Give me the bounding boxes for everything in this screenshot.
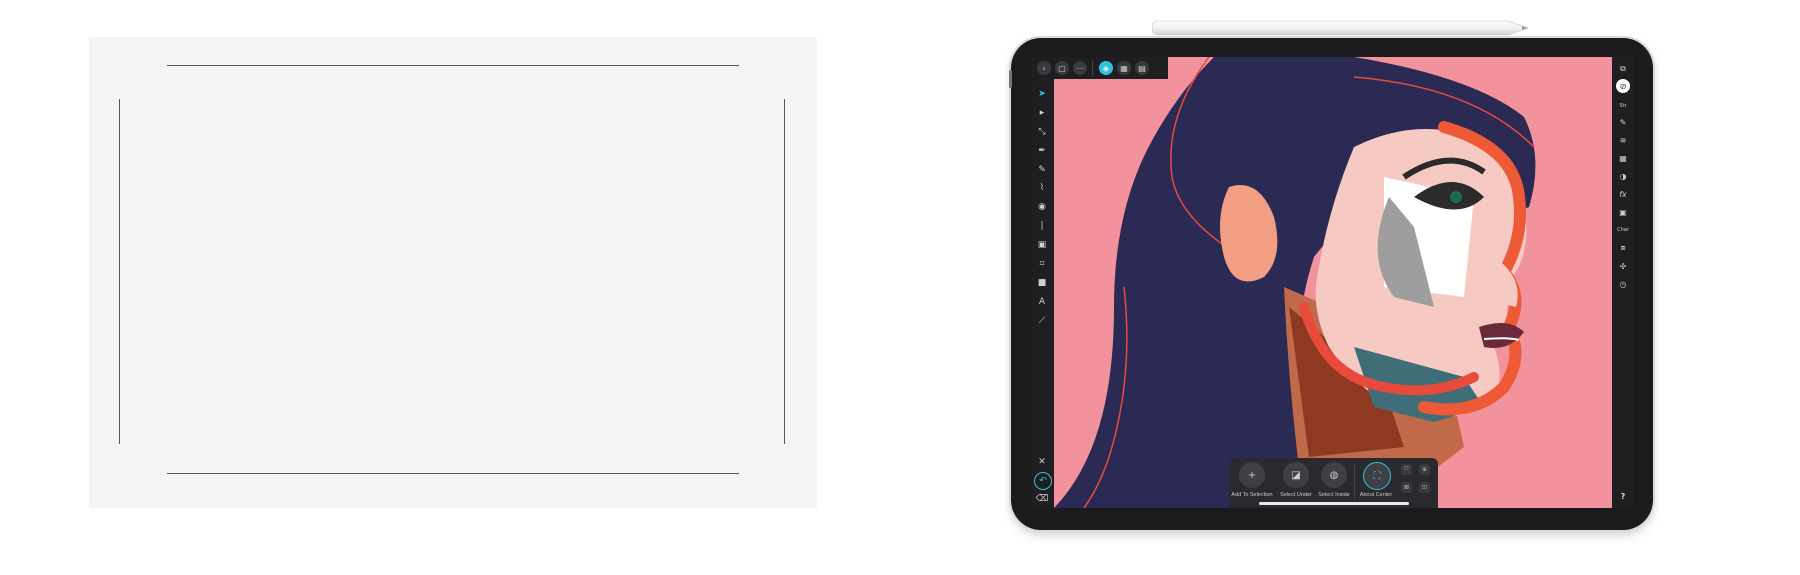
rectangle-tool-icon[interactable]: ■ [1035,276,1049,290]
add-to-selection-button[interactable]: + [1239,462,1265,488]
point-transform-icon[interactable]: ⤡ [1035,125,1049,139]
trash-icon[interactable]: ⌫ [1035,492,1049,506]
artwork-canvas[interactable] [1054,57,1612,508]
persona-export-icon[interactable]: ▤ [1135,61,1149,75]
help-button[interactable]: ? [1616,489,1630,503]
right-studio: ⧉ ⊘ Str ✎ ≋ ▦ ◑ fx ▣ Char ⧈ ✣ ◷ ? [1612,57,1634,508]
apple-pencil [1152,20,1528,36]
app-screen: ‹ ▢ ⋯ ◈ ▦ ▤ ➤ ▸ ⤡ ✒ ✎ ⌇ ◉ ❘ ▣ ⌗ ■ A ⟋ ✕ … [1031,57,1634,508]
place-image-icon[interactable]: ▣ [1035,238,1049,252]
swatches-icon[interactable]: ▦ [1616,151,1630,165]
about-center-label: About Center [1359,492,1393,498]
persona-designer-icon[interactable]: ◈ [1099,61,1113,75]
stroke-icon[interactable]: Str [1616,99,1630,113]
pen-tool-icon[interactable]: ✒ [1035,144,1049,158]
move-tool-icon[interactable]: ➤ [1035,87,1049,101]
snap-option-icon[interactable]: ⤧ [1401,464,1412,475]
guide-line-left [119,99,120,444]
rotate-option-icon[interactable]: ⊕ [1419,464,1430,475]
transform-icon[interactable]: ⧈ [1616,241,1630,255]
add-to-selection-label: Add To Selection [1231,492,1273,498]
crop-tool-icon[interactable]: ⌗ [1035,257,1049,271]
placeholder-panel [89,37,817,508]
vector-brush-icon[interactable]: ⌇ [1035,181,1049,195]
undo-history-icon[interactable]: ↶ [1034,472,1052,490]
guide-line-top [167,65,739,66]
styles-icon[interactable]: ▣ [1616,205,1630,219]
effects-icon[interactable]: fx [1616,187,1630,201]
transparency-tool-icon[interactable]: ❘ [1035,219,1049,233]
document-icon[interactable]: ▢ [1055,61,1069,75]
eye-iris [1450,191,1462,203]
more-icon[interactable]: ⋯ [1073,61,1087,75]
brushes-icon[interactable]: ✎ [1616,115,1630,129]
toolbar-divider [1092,61,1093,75]
select-under-button[interactable]: ◪ [1283,462,1309,488]
node-tool-icon[interactable]: ▸ [1035,106,1049,120]
appearance-icon[interactable]: ◑ [1616,169,1630,183]
snapping-icon[interactable]: ✣ [1616,259,1630,273]
layers-icon[interactable]: ≋ [1616,133,1630,147]
navigator-icon[interactable]: ⧉ [1616,62,1630,76]
context-toolbar: + Add To Selection ◪ Select Under ◍ Sele… [1229,458,1438,508]
fill-tool-icon[interactable]: ◉ [1035,200,1049,214]
select-inside-button[interactable]: ◍ [1321,462,1347,488]
close-icon[interactable]: ✕ [1035,455,1049,469]
color-picker-icon[interactable]: ⟋ [1035,314,1049,328]
device-side-button [1009,70,1012,88]
align-option-icon[interactable]: ⊠ [1401,482,1412,493]
distribute-option-icon[interactable]: ⊡ [1419,482,1430,493]
home-indicator [1259,502,1409,505]
history-icon[interactable]: ◷ [1616,277,1630,291]
guide-line-right [784,99,785,444]
color-icon[interactable]: ⊘ [1616,79,1630,93]
persona-pixel-icon[interactable]: ▦ [1117,61,1131,75]
left-toolbar: ➤ ▸ ⤡ ✒ ✎ ⌇ ◉ ❘ ▣ ⌗ ■ A ⟋ ✕ ↶ ⌫ [1031,79,1054,508]
guide-line-bottom [167,473,739,474]
artistic-text-icon[interactable]: A [1035,295,1049,309]
text-styles-icon[interactable]: Char [1616,223,1630,237]
back-icon[interactable]: ‹ [1037,61,1051,75]
top-toolbar: ‹ ▢ ⋯ ◈ ▦ ▤ [1031,57,1168,79]
about-center-button[interactable]: ⛶ [1363,462,1391,490]
pencil-tool-icon[interactable]: ✎ [1035,163,1049,177]
